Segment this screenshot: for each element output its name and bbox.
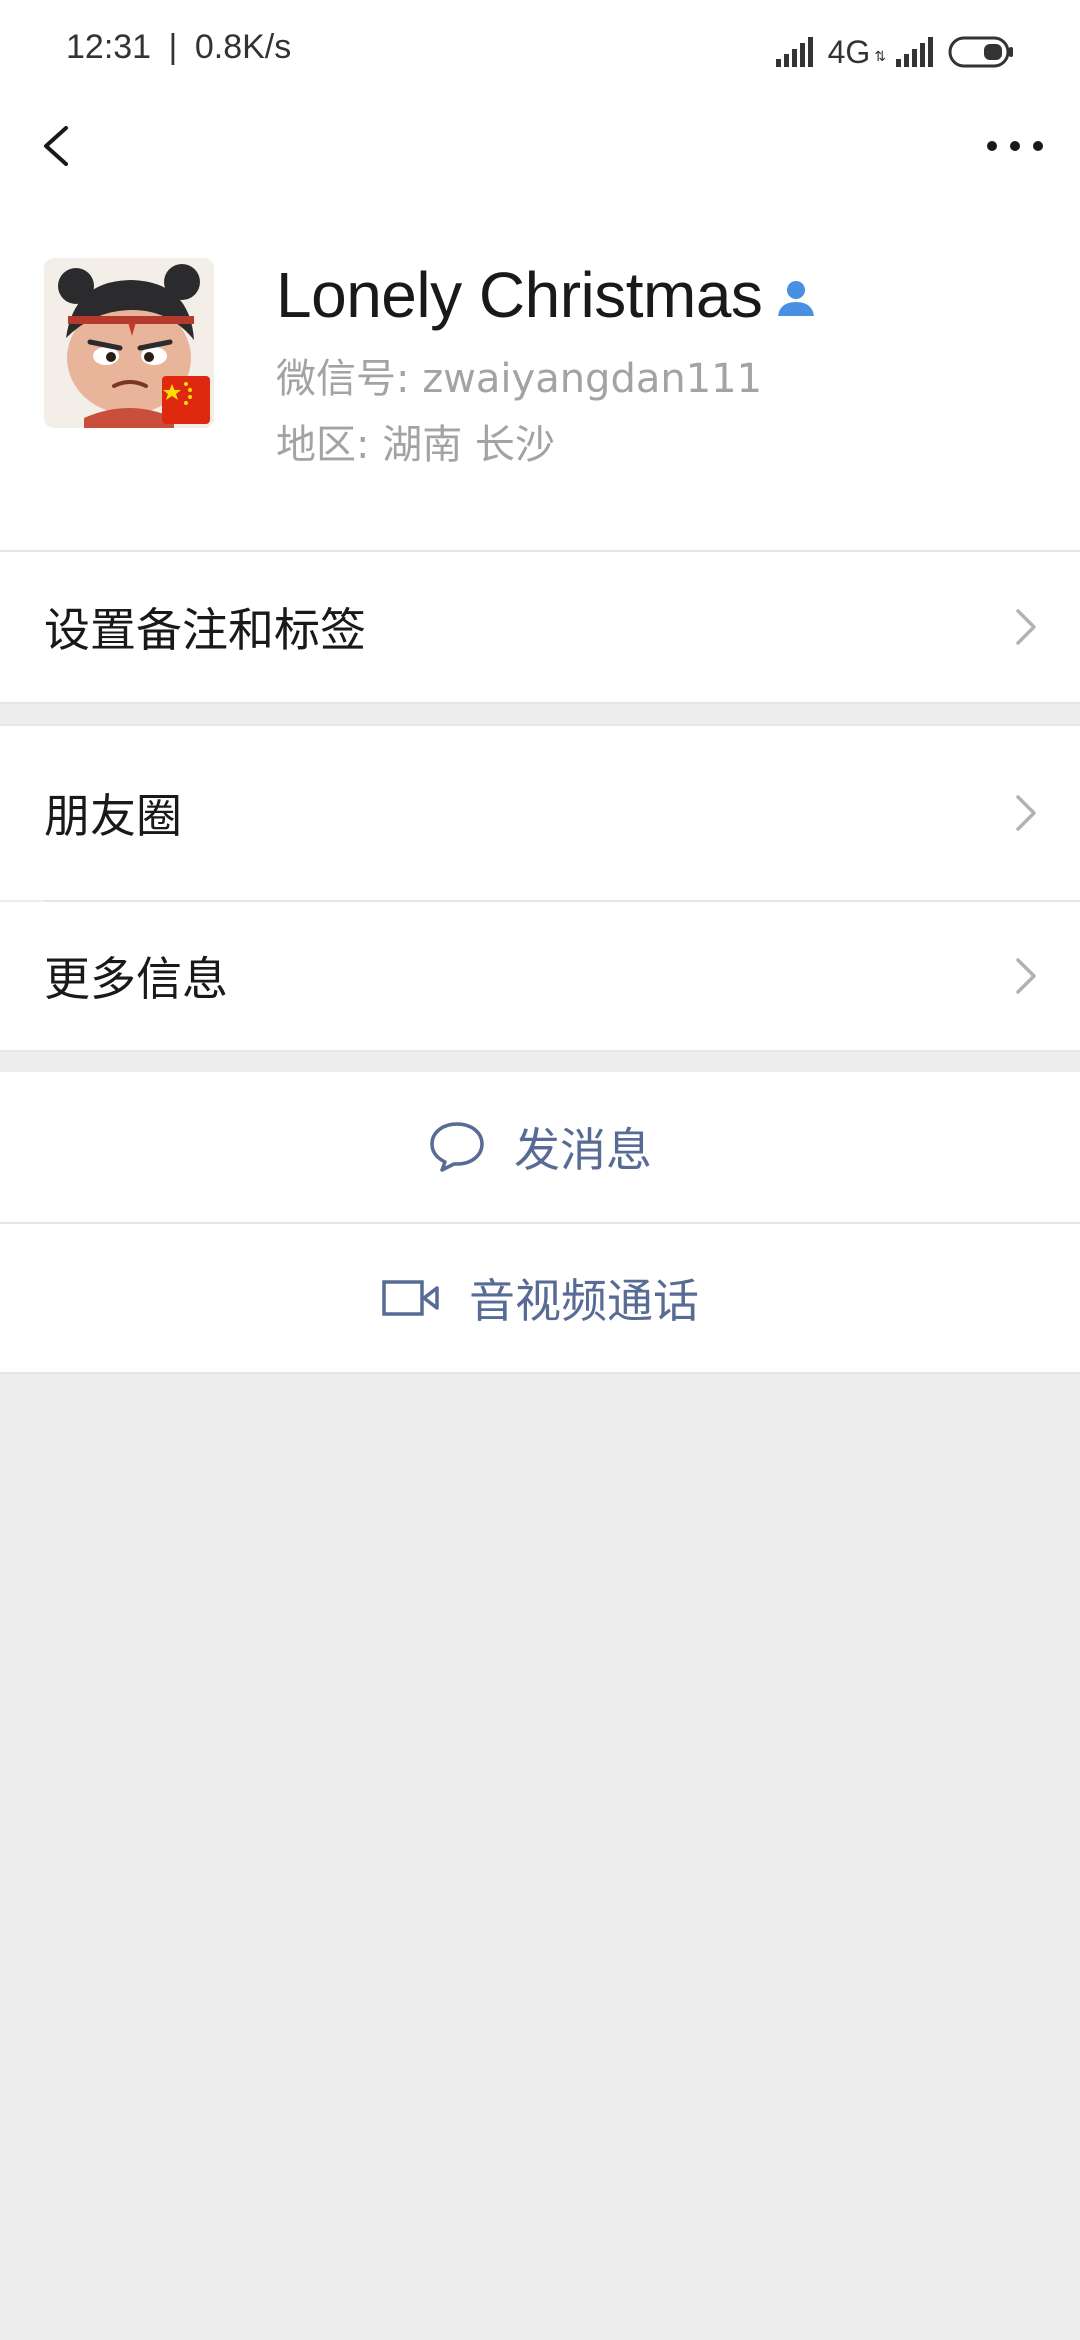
- cell-moments[interactable]: 朋友圈: [0, 726, 1080, 900]
- divider: [0, 702, 1080, 704]
- cell-label: 朋友圈: [44, 789, 182, 843]
- battery-icon: [948, 36, 1013, 68]
- profile-header: Lonely Christmas 微信号: zwaiyangdan111 地区:…: [0, 192, 1080, 550]
- cell-more-info[interactable]: 更多信息: [0, 902, 1080, 1050]
- video-call-button[interactable]: 音视频通话: [0, 1224, 1080, 1372]
- divider: [0, 1372, 1080, 1374]
- status-indicators: 4G ⇅: [775, 32, 1014, 72]
- nav-bar: [0, 100, 1080, 192]
- divider: [0, 1050, 1080, 1052]
- send-message-button[interactable]: 发消息: [0, 1072, 1080, 1222]
- avatar-image: [44, 258, 214, 428]
- cell-label: 更多信息: [44, 952, 228, 1006]
- status-bar: 12:31 | 0.8K/s 4G ⇅: [0, 0, 1080, 100]
- network-speed: 0.8K/s: [194, 28, 292, 66]
- chevron-right-icon: [1016, 609, 1036, 645]
- more-options-button[interactable]: [980, 116, 1050, 176]
- chevron-right-icon: [1016, 795, 1036, 831]
- signal-icon-secondary: [896, 37, 933, 67]
- send-message-label: 发消息: [514, 1123, 652, 1177]
- person-icon: [778, 281, 815, 316]
- chat-bubble-icon: [430, 1122, 484, 1172]
- avatar[interactable]: [44, 258, 214, 428]
- video-call-label: 音视频通话: [469, 1274, 699, 1328]
- cell-label: 设置备注和标签: [44, 603, 366, 657]
- status-time-and-speed: 12:31 | 0.8K/s: [66, 28, 291, 67]
- region: 地区: 湖南 长沙: [276, 422, 555, 468]
- ellipsis-icon: [987, 141, 1043, 151]
- chevron-right-icon: [1016, 958, 1036, 994]
- network-type: 4G: [827, 33, 871, 70]
- status-separator: |: [168, 28, 178, 66]
- cell-set-remark-and-tags[interactable]: 设置备注和标签: [0, 552, 1080, 702]
- signal-icon: [775, 37, 813, 67]
- contact-name: Lonely Christmas: [276, 259, 763, 331]
- wechat-id: 微信号: zwaiyangdan111: [276, 356, 763, 402]
- name-row: Lonely Christmas: [276, 258, 816, 332]
- video-camera-icon: [382, 1280, 439, 1316]
- clock: 12:31: [66, 28, 152, 66]
- back-button[interactable]: [30, 116, 90, 176]
- chevron-left-icon: [44, 126, 68, 166]
- data-activity-icon: ⇅: [874, 49, 886, 65]
